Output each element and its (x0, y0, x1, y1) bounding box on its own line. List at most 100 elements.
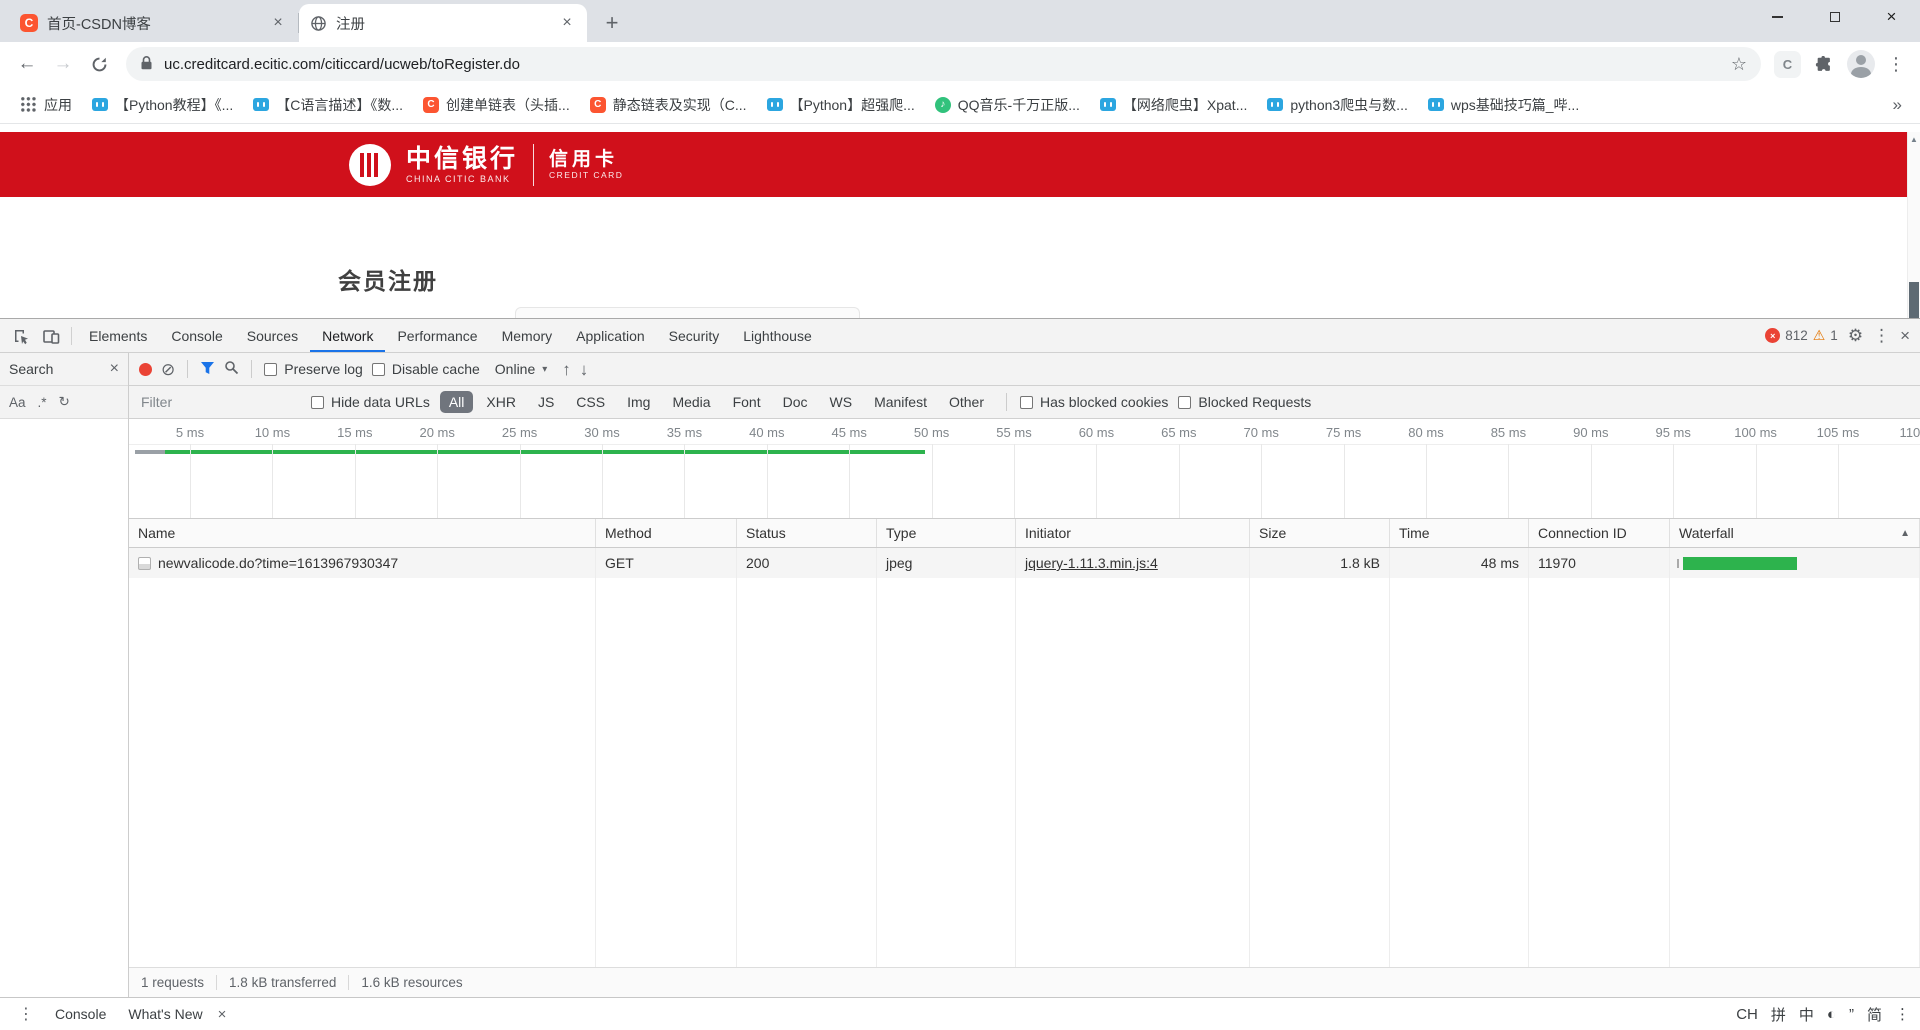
drawer-menu-icon[interactable]: ⋮ (10, 1004, 42, 1024)
regex-button[interactable]: .* (38, 395, 47, 410)
refresh-search-icon[interactable]: ↻ (59, 394, 70, 410)
bookmarks-overflow-icon[interactable]: » (1887, 95, 1908, 115)
column-header-name[interactable]: Name (129, 519, 596, 547)
initiator-link[interactable]: jquery-1.11.3.min.js:4 (1025, 555, 1158, 571)
bookmark-item[interactable]: ♪ QQ音乐-千万正版... (926, 90, 1089, 120)
filter-pill-other[interactable]: Other (940, 391, 993, 413)
blocked-requests-checkbox[interactable] (1178, 395, 1192, 409)
search-close-icon[interactable]: × (110, 360, 119, 378)
bookmark-item[interactable]: C 静态链表及实现（C... (581, 90, 756, 120)
drawer-tab-console[interactable]: Console (44, 998, 117, 1030)
throttling-dropdown[interactable]: Online ▾ (489, 361, 554, 377)
export-har-icon[interactable]: ↓ (580, 361, 589, 378)
devtools-tab-elements[interactable]: Elements (77, 319, 159, 352)
filter-pill-doc[interactable]: Doc (774, 391, 817, 413)
bookmark-item[interactable]: wps基础技巧篇_哔... (1419, 90, 1588, 120)
column-header-time[interactable]: Time (1390, 519, 1529, 547)
devtools-tab-memory[interactable]: Memory (490, 319, 565, 352)
column-header-initiator[interactable]: Initiator (1016, 519, 1250, 547)
cell-type: jpeg (877, 548, 1016, 578)
match-case-button[interactable]: Aa (9, 395, 26, 410)
bookmark-item[interactable]: python3爬虫与数... (1258, 90, 1417, 120)
devtools-tab-sources[interactable]: Sources (235, 319, 310, 352)
devtools-menu-icon[interactable]: ⋮ (1873, 326, 1890, 346)
devtools-close-icon[interactable]: × (1900, 326, 1910, 346)
bookmark-item[interactable]: 【C语言描述】《数... (244, 90, 412, 120)
close-window-button[interactable]: × (1863, 0, 1920, 34)
reload-button[interactable] (82, 47, 116, 81)
requests-table-header: Name Method Status Type Initiator Size Time Con… (129, 519, 1920, 548)
devtools-settings-icon[interactable]: ⚙ (1848, 326, 1863, 346)
forward-button[interactable]: → (46, 47, 80, 81)
drawer-tab-close-icon[interactable]: × (214, 1006, 231, 1023)
devtools-tab-application[interactable]: Application (564, 319, 657, 352)
new-tab-button[interactable]: + (597, 8, 627, 38)
browser-menu-icon[interactable]: ⋮ (1882, 50, 1910, 78)
browser-tab-csdn[interactable]: C 首页-CSDN博客 × (10, 4, 298, 42)
column-header-method[interactable]: Method (596, 519, 737, 547)
column-header-waterfall[interactable]: Waterfall ▲ (1670, 519, 1920, 547)
page-scrollbar[interactable]: ▲ (1907, 132, 1920, 318)
column-header-status[interactable]: Status (737, 519, 877, 547)
throttling-value: Online (494, 361, 536, 377)
filter-pill-manifest[interactable]: Manifest (865, 391, 936, 413)
clear-button[interactable]: ⊘ (161, 361, 175, 378)
ime-status-bar[interactable]: CH 拼中 ◐ ” 简 ⋮ (1736, 998, 1910, 1030)
cell-waterfall (1670, 548, 1920, 578)
bookmark-label: 创建单链表（头插... (446, 96, 570, 113)
bookmark-item[interactable]: 【Python】超强爬... (758, 90, 924, 120)
column-header-type[interactable]: Type (877, 519, 1016, 547)
minimize-button[interactable] (1749, 0, 1806, 34)
tab-strip: C 首页-CSDN博客 × 注册 × + × (0, 0, 1920, 42)
preserve-log-checkbox[interactable] (264, 362, 278, 376)
filter-pill-js[interactable]: JS (529, 391, 563, 413)
console-issues-badge[interactable]: × 812 ⚠ 1 (1765, 327, 1838, 344)
devtools-tab-network[interactable]: Network (310, 319, 385, 352)
filter-pill-img[interactable]: Img (618, 391, 659, 413)
devtools-tab-performance[interactable]: Performance (385, 319, 489, 352)
drawer-tab-what-s-new[interactable]: What's New (117, 998, 213, 1030)
extension-c-icon[interactable]: C (1774, 50, 1801, 78)
column-header-connection-id[interactable]: Connection ID (1529, 519, 1670, 547)
hide-data-urls-checkbox[interactable] (311, 395, 324, 409)
timeline-gridline (766, 444, 768, 518)
search-pane-header: Search × (0, 353, 128, 386)
network-timeline-overview[interactable]: 5 ms 10 ms 15 ms 20 ms 25 ms 30 ms 35 ms 40 ms 4… (129, 419, 1920, 519)
maximize-button[interactable] (1806, 0, 1863, 34)
filter-pill-media[interactable]: Media (663, 391, 719, 413)
filter-toggle-icon[interactable] (200, 361, 215, 378)
disable-cache-checkbox[interactable] (371, 362, 385, 376)
tab-close-icon[interactable]: × (268, 13, 288, 33)
tab-close-icon[interactable]: × (557, 13, 577, 33)
filter-pill-all[interactable]: All (439, 391, 474, 413)
bookmark-item[interactable]: 【Python教程】《... (83, 90, 242, 120)
inspect-element-button[interactable] (6, 323, 36, 349)
filter-input[interactable] (141, 394, 301, 410)
filter-pill-css[interactable]: CSS (567, 391, 614, 413)
filter-pill-xhr[interactable]: XHR (477, 391, 525, 413)
devtools-tab-console[interactable]: Console (159, 319, 234, 352)
profile-avatar[interactable] (1847, 50, 1875, 78)
browser-tab-register[interactable]: 注册 × (299, 4, 587, 42)
bookmark-item[interactable]: C 创建单链表（头插... (414, 90, 579, 120)
extensions-puzzle-icon[interactable] (1808, 49, 1838, 79)
bookmark-star-icon[interactable]: ☆ (1731, 54, 1747, 75)
network-request-row[interactable]: newvalicode.do?time=1613967930347 GET 200 j… (129, 548, 1920, 578)
filter-pill-ws[interactable]: WS (821, 391, 862, 413)
has-blocked-cookies-checkbox[interactable] (1020, 395, 1033, 409)
scroll-up-icon[interactable]: ▲ (1908, 132, 1920, 146)
devtools-tab-security[interactable]: Security (657, 319, 732, 352)
scrollbar-thumb[interactable] (1909, 282, 1919, 318)
device-toolbar-button[interactable] (36, 323, 66, 349)
back-button[interactable]: ← (10, 47, 44, 81)
bookmark-item[interactable]: 应用 (12, 90, 81, 120)
bookmark-item[interactable]: 【网络爬虫】Xpat... (1091, 90, 1256, 120)
table-column-line (1016, 578, 1250, 967)
omnibox[interactable]: uc.creditcard.ecitic.com/citiccard/ucweb… (126, 47, 1761, 81)
column-header-size[interactable]: Size (1250, 519, 1390, 547)
devtools-tab-lighthouse[interactable]: Lighthouse (731, 319, 824, 352)
filter-pill-font[interactable]: Font (724, 391, 770, 413)
record-button[interactable] (139, 362, 152, 376)
search-icon[interactable] (224, 360, 239, 378)
import-har-icon[interactable]: ↑ (562, 361, 571, 378)
